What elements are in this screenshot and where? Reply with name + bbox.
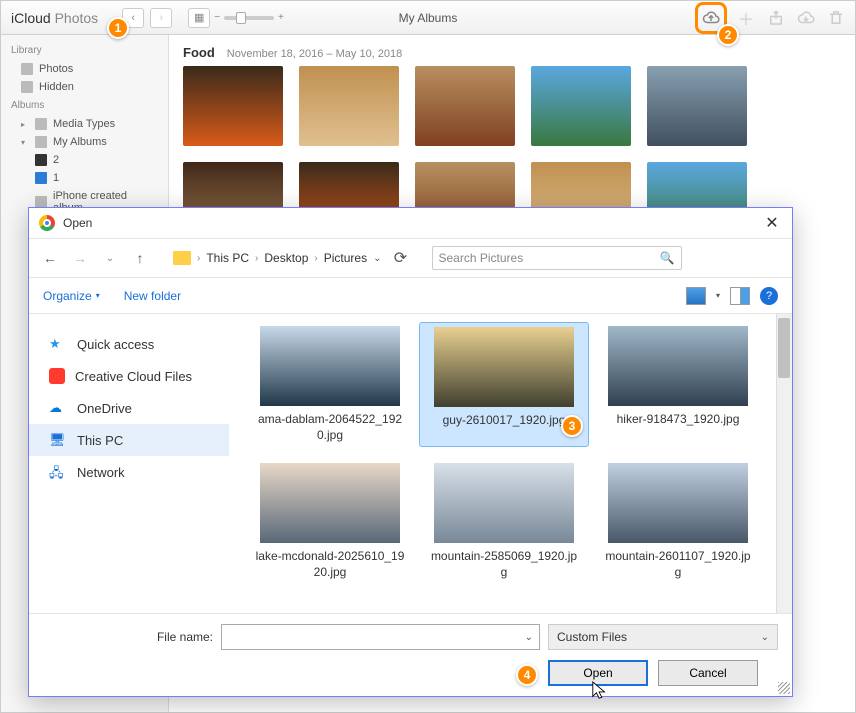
file-name-input[interactable]: ⌄	[221, 624, 540, 650]
preview-pane-icon[interactable]	[730, 287, 750, 305]
organize-menu[interactable]: Organize▾	[43, 289, 100, 303]
file-item[interactable]: ama-dablam-2064522_1920.jpg	[245, 322, 415, 447]
view-mode-icon[interactable]	[686, 287, 706, 305]
photo-thumbnail[interactable]	[183, 66, 283, 146]
dialog-sidebar: ★Quick access Creative Cloud Files ☁OneD…	[29, 314, 229, 613]
scrollbar[interactable]	[776, 314, 792, 613]
dialog-toolbar: Organize▾ New folder ▾ ?	[29, 278, 792, 314]
file-item[interactable]: mountain-2585069_1920.jpg	[419, 459, 589, 584]
file-grid-area: ama-dablam-2064522_1920.jpg guy-2610017_…	[229, 314, 792, 613]
sidebar-item-media-types[interactable]: ▸Media Types	[1, 115, 168, 133]
sidebar-item-album-2[interactable]: 2	[1, 151, 168, 169]
photo-thumbnail[interactable]	[531, 66, 631, 146]
sidebar-item-hidden[interactable]: Hidden	[1, 78, 168, 96]
new-folder-button[interactable]: New folder	[124, 289, 181, 303]
photo-thumbnail[interactable]	[299, 66, 399, 146]
file-open-dialog: Open ✕ ← → ⌄ ↑ › This PC › Desktop › Pic…	[28, 207, 793, 697]
download-cloud-icon[interactable]	[795, 7, 817, 29]
help-icon[interactable]: ?	[760, 287, 778, 305]
nav-recent-dropdown[interactable]: ⌄	[99, 247, 121, 269]
cancel-button[interactable]: Cancel	[658, 660, 758, 686]
sidebar-quick-access[interactable]: ★Quick access	[29, 328, 229, 360]
breadcrumb-segment[interactable]: Desktop	[264, 251, 308, 265]
nav-up-icon[interactable]: ↑	[129, 247, 151, 269]
refresh-icon[interactable]: ⟳	[390, 247, 412, 269]
dialog-title: Open	[63, 216, 92, 230]
view-mode-dropdown[interactable]: ▾	[716, 291, 720, 300]
breadcrumb-segment[interactable]: Pictures	[324, 251, 367, 265]
sidebar-item-album-1[interactable]: 1	[1, 169, 168, 187]
sidebar-creative-cloud[interactable]: Creative Cloud Files	[29, 360, 229, 392]
photo-thumbnail[interactable]	[415, 66, 515, 146]
chrome-icon	[39, 215, 55, 231]
resize-grip[interactable]	[778, 682, 790, 694]
mouse-cursor	[591, 680, 609, 702]
breadcrumb-dropdown[interactable]: ⌄	[373, 253, 381, 264]
nav-forward-button[interactable]: ›	[150, 8, 172, 28]
dialog-titlebar: Open ✕	[29, 208, 792, 238]
app-title: iCloud Photos	[11, 10, 98, 26]
dialog-footer: File name: ⌄ Custom Files⌄ Open Cancel	[29, 613, 792, 696]
search-icon: 🔍	[660, 251, 675, 265]
delete-icon[interactable]	[825, 7, 847, 29]
search-input[interactable]: Search Pictures 🔍	[432, 246, 682, 270]
breadcrumb-segment[interactable]: This PC	[206, 251, 249, 265]
sidebar-this-pc[interactable]: 🖥This PC	[29, 424, 229, 456]
sidebar-section-albums: Albums	[1, 96, 168, 115]
album-name: Food	[183, 45, 215, 60]
file-item[interactable]: lake-mcdonald-2025610_1920.jpg	[245, 459, 415, 584]
upload-icon[interactable]	[700, 7, 722, 29]
file-name-label: File name:	[43, 630, 213, 644]
add-icon[interactable]: ＋	[735, 7, 757, 29]
sidebar-section-library: Library	[1, 41, 168, 60]
annotation-badge-2: 2	[717, 24, 739, 46]
file-item[interactable]: mountain-2601107_1920.jpg	[593, 459, 763, 584]
nav-back-icon[interactable]: ←	[39, 247, 61, 269]
file-type-filter[interactable]: Custom Files⌄	[548, 624, 778, 650]
folder-icon	[173, 251, 191, 265]
annotation-badge-4: 4	[516, 664, 538, 686]
annotation-badge-1: 1	[107, 17, 129, 39]
zoom-slider[interactable]	[224, 16, 274, 20]
file-item[interactable]: hiker-918473_1920.jpg	[593, 322, 763, 447]
grid-view-button[interactable]: ▦	[188, 8, 210, 28]
close-button[interactable]: ✕	[762, 213, 782, 233]
breadcrumb[interactable]: › This PC › Desktop › Pictures	[173, 251, 367, 265]
photo-thumbnail[interactable]	[647, 66, 747, 146]
sidebar-network[interactable]: 🖧Network	[29, 456, 229, 488]
dialog-nav-bar: ← → ⌄ ↑ › This PC › Desktop › Pictures ⌄…	[29, 238, 792, 278]
share-icon[interactable]	[765, 7, 787, 29]
sidebar-item-my-albums[interactable]: ▾My Albums	[1, 133, 168, 151]
annotation-badge-3: 3	[561, 415, 583, 437]
album-date-range: November 18, 2016 – May 10, 2018	[227, 48, 403, 60]
nav-forward-icon[interactable]: →	[69, 247, 91, 269]
sidebar-item-photos[interactable]: Photos	[1, 60, 168, 78]
sidebar-onedrive[interactable]: ☁OneDrive	[29, 392, 229, 424]
location-label: My Albums	[399, 11, 458, 25]
